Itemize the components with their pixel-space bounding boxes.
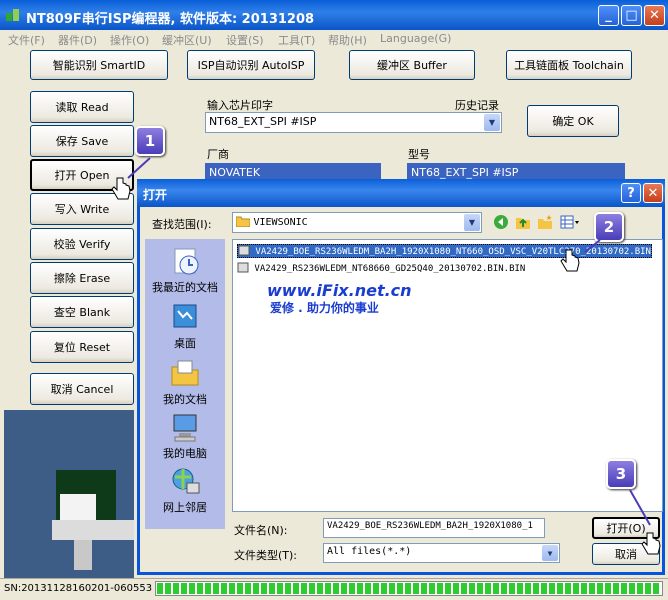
file-list: VA2429_BOE_RS236WLEDM_BA2H_1920X1080_NT6… (232, 239, 663, 512)
minimize-button[interactable]: _ (598, 5, 619, 26)
step-badge-3: 3 (606, 459, 636, 489)
verify-button[interactable]: 校验 Verify (30, 228, 134, 260)
filetype-label: 文件类型(T): (234, 549, 298, 562)
erase-button[interactable]: 擦除 Erase (30, 262, 134, 294)
save-button[interactable]: 保存 Save (30, 125, 134, 157)
new-folder-icon[interactable] (537, 214, 553, 230)
serial-number: SN:20131128160201-060553 (4, 583, 153, 594)
place-documents[interactable]: 我的文档 (145, 357, 225, 407)
chip-select[interactable]: NT68_EXT_SPI #ISP ▼ (205, 112, 502, 133)
place-computer-label: 我的电脑 (163, 447, 207, 460)
dialog-title-bar: 打开 ? ✕ (137, 179, 665, 207)
chip-input-label: 输入芯片印字 (207, 99, 273, 112)
step-badge-1: 1 (135, 126, 165, 156)
maximize-button[interactable]: □ (621, 5, 642, 26)
filename-input[interactable]: VA2429_BOE_RS236WLEDM_BA2H_1920X1080_1 (323, 518, 545, 538)
autoisp-button[interactable]: ISP自动识别 AutoISP (187, 50, 315, 80)
model-label: 型号 (408, 148, 430, 161)
place-desktop-label: 桌面 (174, 337, 196, 350)
file-name: VA2429_BOE_RS236WLEDM_BA2H_1920X1080_NT6… (255, 247, 651, 257)
hand-cursor-icon (111, 177, 131, 200)
menu-bar: 文件(F) 器件(D) 操作(O) 缓冲区(U) 设置(S) 工具(T) 帮助(… (0, 30, 668, 48)
ok-button[interactable]: 确定 OK (527, 105, 619, 137)
place-recent-label: 我最近的文档 (152, 281, 218, 294)
filename-value: VA2429_BOE_RS236WLEDM_BA2H_1920X1080_1 (327, 521, 533, 531)
reset-button[interactable]: 复位 Reset (30, 331, 134, 363)
dialog-title: 打开 (143, 188, 168, 202)
place-network-label: 网上邻居 (163, 501, 207, 514)
blank-button[interactable]: 查空 Blank (30, 296, 134, 328)
folder-icon (235, 216, 251, 228)
buffer-button[interactable]: 缓冲区 Buffer (349, 50, 475, 80)
view-menu-icon[interactable] (560, 214, 580, 230)
network-places-icon (172, 468, 200, 494)
hand-cursor-icon (641, 532, 661, 555)
menu-language[interactable]: Language(G) (380, 32, 451, 45)
back-icon[interactable] (493, 214, 509, 230)
places-bar: 我最近的文档 桌面 我的文档 我的电脑 网上邻居 (145, 239, 225, 529)
read-button[interactable]: 读取 Read (30, 91, 134, 123)
lookin-value: VIEWSONIC (253, 217, 308, 228)
menu-tools[interactable]: 工具(T) (278, 32, 315, 48)
dialog-close-button[interactable]: ✕ (643, 183, 663, 203)
vendor-label: 厂商 (207, 148, 229, 161)
bin-file-icon (238, 245, 250, 256)
place-network[interactable]: 网上邻居 (145, 465, 225, 515)
step-badge-2: 2 (594, 212, 624, 242)
place-recent[interactable]: 我最近的文档 (145, 245, 225, 295)
filetype-value: All files(*.*) (327, 546, 412, 557)
open-dialog: 打开 ? ✕ 查找范围(I): VIEWSONIC ▼ 我最近的文档 桌面 我的… (137, 179, 665, 575)
recent-documents-icon (174, 248, 199, 275)
up-folder-icon[interactable] (515, 214, 531, 230)
chevron-down-icon[interactable]: ▼ (542, 545, 558, 561)
smartid-button[interactable]: 智能识别 SmartID (30, 50, 168, 80)
place-documents-label: 我的文档 (163, 393, 207, 406)
toolchain-button[interactable]: 工具链面板 Toolchain (506, 50, 632, 80)
lookin-select[interactable]: VIEWSONIC ▼ (232, 212, 482, 233)
programmer-image (4, 410, 134, 578)
chevron-down-icon[interactable]: ▼ (484, 114, 500, 131)
menu-settings[interactable]: 设置(S) (226, 32, 264, 48)
filetype-select[interactable]: All files(*.*) ▼ (323, 543, 560, 563)
title-bar: NT809F串行ISP编程器, 软件版本: 20131208 _ □ ✕ (0, 0, 668, 30)
app-window: NT809F串行ISP编程器, 软件版本: 20131208 _ □ ✕ 文件(… (0, 0, 668, 600)
programmer-photo (4, 410, 134, 578)
menu-file[interactable]: 文件(F) (8, 32, 45, 48)
progress-bar (155, 581, 663, 596)
watermark-url: www.iFix.net.cn (267, 281, 412, 300)
menu-buffer[interactable]: 缓冲区(U) (162, 32, 212, 48)
desktop-icon (173, 304, 197, 328)
filename-label: 文件名(N): (234, 524, 288, 537)
menu-operation[interactable]: 操作(O) (110, 32, 149, 48)
place-computer[interactable]: 我的电脑 (145, 411, 225, 461)
file-item[interactable]: VA2429_BOE_RS236WLEDM_BA2H_1920X1080_NT6… (237, 244, 652, 258)
my-documents-icon (171, 360, 199, 386)
chip-select-value: NT68_EXT_SPI #ISP (209, 115, 317, 128)
lookin-label: 查找范围(I): (152, 218, 212, 231)
watermark-slogan: 爱修 . 助力你的事业 (270, 301, 379, 315)
file-item[interactable]: VA2429_RS236WLEDM_NT68660_GD25Q40_201307… (237, 262, 525, 276)
progress-fill (157, 583, 661, 594)
app-logo-icon (6, 9, 19, 21)
menu-device[interactable]: 器件(D) (58, 32, 97, 48)
my-computer-icon (173, 414, 197, 442)
help-button[interactable]: ? (621, 183, 641, 203)
close-button[interactable]: ✕ (644, 5, 665, 26)
cancel-op-button[interactable]: 取消 Cancel (30, 373, 134, 405)
file-name: VA2429_RS236WLEDM_NT68660_GD25Q40_201307… (254, 264, 526, 274)
hand-cursor-icon (560, 249, 580, 272)
place-desktop[interactable]: 桌面 (145, 301, 225, 351)
history-label: 历史记录 (455, 99, 499, 112)
bin-file-icon (237, 262, 249, 273)
menu-help[interactable]: 帮助(H) (328, 32, 367, 48)
chevron-down-icon[interactable]: ▼ (464, 214, 480, 231)
window-title: NT809F串行ISP编程器, 软件版本: 20131208 (26, 12, 315, 27)
